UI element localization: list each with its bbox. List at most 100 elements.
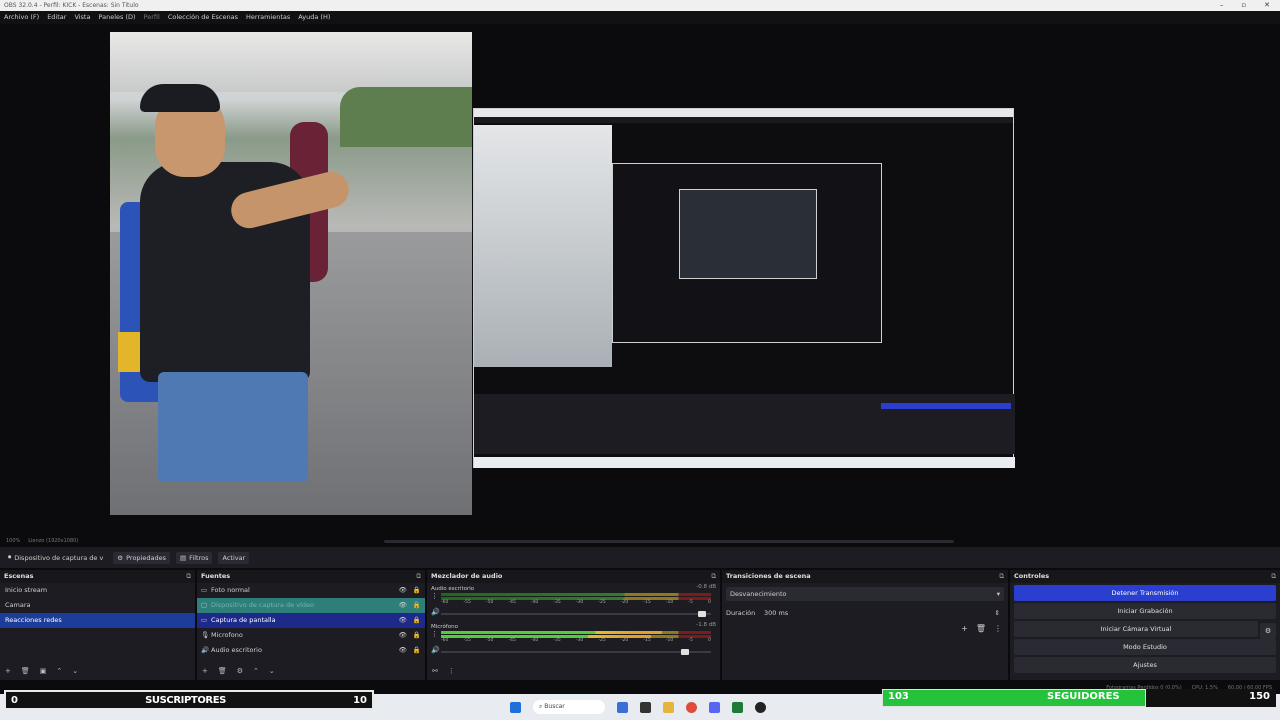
arrow-up-icon[interactable]: ⌃ — [253, 667, 259, 675]
properties-button[interactable]: ⚙ Propiedades — [113, 551, 170, 564]
arrow-down-icon[interactable]: ⌄ — [72, 667, 78, 675]
start-recording-button[interactable]: Iniciar Grabación — [1014, 603, 1276, 619]
audio-mixer-dock: Mezclador de audio ⧉ Audio escritorio -0… — [427, 570, 720, 680]
trash-icon[interactable]: 🗑 — [976, 624, 986, 633]
link-icon[interactable]: ⚯ — [432, 667, 438, 675]
minimize-icon[interactable]: – — [1220, 0, 1224, 11]
settings-button[interactable]: Ajustes — [1014, 657, 1276, 673]
dock-menu-icon[interactable]: ⧉ — [186, 570, 191, 583]
source-item[interactable]: 🎙 Microfono 👁 🔒 — [197, 628, 425, 643]
start-virtual-cam-button[interactable]: Iniciar Cámara Virtual — [1014, 621, 1258, 637]
scene-item[interactable]: Camara — [0, 598, 195, 613]
menu-dots-icon[interactable]: ⋮ — [431, 592, 438, 600]
arrow-up-icon[interactable]: ⌃ — [56, 667, 62, 675]
mixer-header: Mezclador de audio ⧉ — [427, 570, 720, 583]
preview-canvas[interactable] — [0, 24, 1280, 539]
add-icon[interactable]: + — [202, 667, 208, 675]
eye-off-icon[interactable]: 👁 — [399, 598, 407, 613]
excel-icon[interactable] — [732, 701, 743, 713]
transitions-title: Transiciones de escena — [726, 572, 811, 580]
close-icon[interactable]: ✕ — [1264, 0, 1270, 11]
maximize-icon[interactable]: ▫ — [1241, 0, 1246, 11]
copilot-icon[interactable] — [617, 701, 628, 713]
source-item-hidden[interactable]: ▢ Dispositivo de captura de vídeo 👁 🔒 — [197, 598, 425, 613]
scene-item-active[interactable]: Reacciones redes — [0, 613, 195, 628]
source-label: Microfono — [211, 631, 243, 639]
taskbar-icons: ⌕ Buscar — [510, 700, 766, 714]
dock-menu-icon[interactable]: ⧉ — [416, 570, 421, 583]
taskbar-search[interactable]: ⌕ Buscar — [533, 700, 605, 714]
speaker-icon[interactable]: 🔊 — [431, 608, 440, 616]
preview-scrollbar[interactable] — [384, 540, 954, 543]
menu-editar[interactable]: Editar — [47, 11, 66, 24]
chrome-icon[interactable] — [686, 701, 697, 713]
zoom-level[interactable]: 100% — [6, 538, 20, 544]
source-item[interactable]: 🔊 Audio escritorio 👁 🔒 — [197, 643, 425, 658]
discord-icon[interactable] — [709, 701, 720, 713]
subscribers-goal-bar: 0 SUSCRIPTORES 10 — [4, 690, 374, 710]
source-item[interactable]: ▭ Foto normal 👁 🔒 — [197, 583, 425, 598]
menu-herramientas[interactable]: Herramientas — [246, 11, 290, 24]
trash-icon[interactable]: 🗑 — [218, 667, 227, 675]
lock-icon[interactable]: 🔒 — [413, 598, 421, 613]
menu-dots-icon[interactable]: ⋮ — [431, 630, 438, 638]
gear-icon[interactable]: ⚙ — [237, 667, 243, 675]
followers-goal: 150 — [1249, 691, 1270, 702]
dock-menu-icon[interactable]: ⧉ — [711, 570, 716, 583]
gear-icon[interactable]: ⚙ — [1260, 623, 1276, 639]
lock-icon[interactable]: 🔒 — [413, 613, 421, 628]
volume-slider-knob[interactable] — [681, 649, 690, 655]
controls-dock: Controles ⧉ Detener Transmisión Iniciar … — [1010, 570, 1280, 680]
eye-icon[interactable]: 👁 — [399, 613, 407, 628]
filter-icon[interactable]: ▣ — [40, 667, 47, 675]
audio-meter-level — [441, 631, 663, 634]
file-explorer-icon[interactable] — [663, 701, 674, 713]
menu-dots-icon[interactable]: ⋮ — [994, 624, 1002, 633]
menu-archivo[interactable]: Archivo (F) — [4, 11, 39, 24]
followers-label: SEGUIDORES — [1047, 691, 1120, 702]
duration-spinbox[interactable]: 300 ms ⇕ — [760, 605, 1004, 620]
scenes-title: Escenas — [4, 572, 34, 580]
speaker-icon[interactable]: 🔊 — [431, 646, 440, 654]
menu-vista[interactable]: Vista — [74, 11, 90, 24]
filters-button[interactable]: ▤ Filtros — [176, 551, 213, 564]
lock-icon[interactable]: 🔒 — [413, 628, 421, 643]
menu-perfil[interactable]: Perfil — [144, 11, 160, 24]
duration-row: Duración 300 ms ⇕ — [726, 604, 1004, 621]
spin-arrows-icon[interactable]: ⇕ — [995, 606, 1000, 620]
menu-coleccion-escenas[interactable]: Colección de Escenas — [168, 11, 238, 24]
scene-item[interactable]: Inicio stream — [0, 583, 195, 598]
activate-button[interactable]: Activar — [218, 551, 250, 564]
stop-stream-button[interactable]: Detener Transmisión — [1014, 585, 1276, 601]
docks: Escenas ⧉ Inicio stream Camara Reaccione… — [0, 570, 1280, 680]
add-icon[interactable]: + — [961, 624, 968, 633]
subscribers-count: 0 — [11, 694, 18, 706]
transitions-dock: Transiciones de escena ⧉ Desvanecimiento… — [722, 570, 1008, 680]
eye-icon[interactable]: 👁 — [399, 643, 407, 658]
lock-icon[interactable]: 🔒 — [413, 643, 421, 658]
scenes-dock: Escenas ⧉ Inicio stream Camara Reaccione… — [0, 570, 195, 680]
menu-ayuda[interactable]: Ayuda (H) — [298, 11, 330, 24]
arrow-down-icon[interactable]: ⌄ — [269, 667, 275, 675]
source-item-selected[interactable]: ▭ Captura de pantalla 👁 🔒 — [197, 613, 425, 628]
menu-paneles[interactable]: Paneles (D) — [98, 11, 135, 24]
menu-dots-icon[interactable]: ⋮ — [448, 667, 455, 675]
studio-mode-button[interactable]: Modo Estudio — [1014, 639, 1276, 655]
dock-menu-icon[interactable]: ⧉ — [1271, 570, 1276, 583]
duration-label: Duración — [726, 608, 756, 617]
duration-value: 300 ms — [764, 608, 789, 617]
windows-start-icon[interactable] — [510, 701, 521, 713]
add-icon[interactable]: + — [5, 667, 11, 675]
eye-icon[interactable]: 👁 — [399, 583, 407, 598]
volume-slider[interactable] — [441, 649, 711, 655]
gear-icon: ⚙ — [117, 553, 124, 562]
obs-icon[interactable] — [755, 701, 766, 713]
transition-select[interactable]: Desvanecimiento ▾ — [726, 586, 1004, 601]
volume-slider[interactable] — [441, 611, 711, 617]
volume-slider-knob[interactable] — [697, 611, 706, 617]
eye-icon[interactable]: 👁 — [399, 628, 407, 643]
trash-icon[interactable]: 🗑 — [21, 667, 30, 675]
dock-menu-icon[interactable]: ⧉ — [999, 570, 1004, 583]
task-view-icon[interactable] — [640, 701, 651, 713]
lock-icon[interactable]: 🔒 — [413, 583, 421, 598]
